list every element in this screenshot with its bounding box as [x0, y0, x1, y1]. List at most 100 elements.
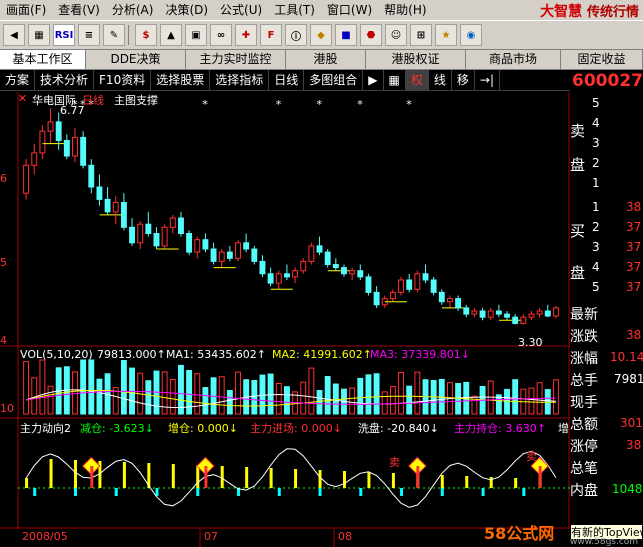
rights-button[interactable]: 权 [405, 70, 429, 90]
menu-analysis[interactable]: 分析(A) [106, 0, 160, 20]
ind-chicang: 主力持仓: 3.630↑ [454, 422, 546, 435]
select-indicator-button[interactable]: 选择指标 [210, 70, 270, 90]
indicator-bar [171, 464, 175, 488]
candle-body [137, 223, 144, 244]
tab-main-monitor[interactable]: 主力实时监控 [186, 50, 286, 69]
candle-body [235, 242, 241, 259]
sell-label: 卖 [570, 122, 586, 140]
menu-window[interactable]: 窗口(W) [321, 0, 378, 20]
tab-dde[interactable]: DDE决策 [86, 50, 186, 69]
grid2-icon[interactable]: ⊞ [410, 24, 432, 46]
buy-price-5: 37 [626, 280, 642, 294]
candle-body [512, 316, 519, 324]
menu-view[interactable]: 查看(V) [52, 0, 106, 20]
back-icon[interactable]: ◀ [3, 24, 25, 46]
line-button[interactable]: 线 [429, 70, 452, 90]
grid-view-icon[interactable]: ▦ [384, 70, 406, 90]
buy-level-2: 2 [592, 220, 600, 234]
binoculars-icon[interactable]: ∞ [210, 24, 232, 46]
globe-icon[interactable]: ◉ [460, 24, 482, 46]
candle-body [275, 273, 282, 284]
candle-body [447, 298, 453, 303]
date-label-0: 2008/05 [22, 530, 68, 543]
value-latest: 38 [626, 328, 642, 342]
tab-commodities[interactable]: 商品市场 [466, 50, 561, 69]
value-pct: 10.14 [610, 350, 643, 364]
select-stock-button[interactable]: 选择股票 [151, 70, 211, 90]
candle-body [430, 279, 437, 293]
medic-icon[interactable]: ✚ [235, 24, 257, 46]
tab-fixed-income[interactable]: 固定收益 [561, 50, 643, 69]
kline-chart[interactable]: * * * * * * * * [0, 92, 570, 547]
grid-icon[interactable]: ▦ [28, 24, 50, 46]
money-button[interactable]: $ [135, 24, 157, 46]
menu-decision[interactable]: 决策(D) [159, 0, 214, 20]
f10-info-button[interactable]: F10资料 [94, 70, 152, 90]
row-latest: 最新 [570, 307, 598, 323]
buy-label-2: 盘 [570, 264, 586, 282]
indicator-label: 主力动向2 [20, 422, 71, 435]
row-amount: 总额 [570, 417, 598, 433]
people-icon[interactable]: ☺ [385, 24, 407, 46]
candle-body [471, 310, 478, 315]
candle-body [80, 136, 87, 166]
candle-body [145, 223, 152, 234]
diamond-icon[interactable]: ◆ [310, 24, 332, 46]
candle-body [341, 267, 347, 275]
sell-level-3: 3 [592, 136, 600, 150]
indicator-bar [514, 478, 518, 488]
menu-tools[interactable]: 工具(T) [268, 0, 321, 20]
block-icon[interactable]: ■ [335, 24, 357, 46]
candle-body [332, 264, 339, 269]
candle-body [267, 273, 274, 284]
candle-body [112, 202, 119, 213]
row-pct: 涨幅 [570, 351, 598, 367]
menu-screen[interactable]: 画面(F) [0, 0, 52, 20]
forward-icon[interactable]: →| [475, 70, 501, 90]
tech-analysis-button[interactable]: 技术分析 [35, 70, 95, 90]
candle-body [283, 273, 290, 278]
pen-icon[interactable]: ✎ [103, 24, 125, 46]
rsi-button[interactable]: RSI [53, 24, 75, 46]
info-icon[interactable]: ⓘ [285, 24, 307, 46]
buy-level-4: 4 [592, 260, 600, 274]
kline-svg[interactable]: * * * * * * * * [0, 92, 570, 547]
candles-layer: * * * * * * * * [23, 98, 559, 325]
play-icon[interactable]: ▶ [363, 70, 384, 90]
indicator-layer [18, 448, 570, 508]
daily-line-button[interactable]: 日线 [269, 70, 305, 90]
multi-chart-button[interactable]: 多图组合 [304, 70, 364, 90]
chart-icon[interactable]: ▲ [160, 24, 182, 46]
folder-icon[interactable]: ▣ [185, 24, 207, 46]
candle-body [414, 273, 421, 290]
menu-formula[interactable]: 公式(U) [214, 0, 268, 20]
signal-star: * [317, 98, 323, 111]
candle-body [479, 310, 486, 318]
candle-body [349, 270, 356, 275]
row-volume: 总手 [570, 373, 598, 389]
candle-body [210, 248, 217, 262]
tab-hk-stocks[interactable]: 港股 [286, 50, 366, 69]
move-button[interactable]: 移 [452, 70, 475, 90]
menu-help[interactable]: 帮助(H) [378, 0, 432, 20]
tab-basic-workspace[interactable]: 基本工作区 [0, 50, 86, 69]
volume-bar [169, 378, 176, 415]
volume-bar [96, 378, 103, 415]
f10-button[interactable]: F [260, 24, 282, 46]
star-icon[interactable]: ★ [435, 24, 457, 46]
indicator-bar-neg [318, 488, 322, 496]
ind-mark-label: 卖 [389, 456, 400, 469]
candle-body [23, 164, 30, 194]
tab-hk-warrants[interactable]: 港股权证 [366, 50, 466, 69]
volume-bar [145, 380, 152, 415]
row-limit-up: 涨停 [570, 439, 598, 455]
candle-body [39, 130, 46, 154]
volume-bar [267, 373, 274, 415]
volume-bar [72, 371, 78, 415]
stop-icon[interactable]: ⬣ [360, 24, 382, 46]
list-icon[interactable]: ≡ [78, 24, 100, 46]
candle-body [544, 310, 551, 317]
indicator-red-bar [204, 466, 208, 488]
scheme-button[interactable]: 方案 [0, 70, 36, 90]
volume-bar [88, 359, 95, 415]
